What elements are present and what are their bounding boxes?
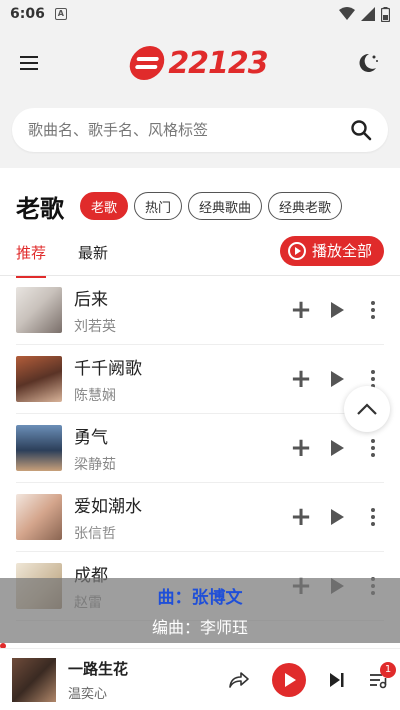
play-all-label: 播放全部 [311,242,372,260]
more-icon[interactable] [362,299,384,321]
song-info: 千千阙歌 陈慧娴 [74,354,290,405]
play-icon[interactable] [326,506,348,528]
status-time: 6:06 [10,6,45,22]
song-artist: 刘若英 [74,318,116,335]
status-icons [339,6,390,22]
scroll-to-top-button[interactable] [344,386,390,432]
play-icon[interactable] [326,437,348,459]
search-input[interactable] [28,121,350,139]
song-actions: + [290,504,384,530]
play-circle-icon [287,241,306,260]
song-actions: + [290,435,384,461]
more-icon[interactable] [362,506,384,528]
chip-jingdian-laoge[interactable]: 经典老歌 [268,192,343,220]
song-info: 后来 刘若英 [74,285,290,336]
dark-mode-icon[interactable] [354,50,380,76]
song-artist: 陈慧娴 [74,387,116,404]
logo-mark-icon [127,46,168,80]
play-pause-button[interactable] [272,662,306,697]
status-bar: 6:06 A [0,0,400,28]
song-artist: 梁静茹 [74,456,116,473]
song-row[interactable]: 勇气 梁静茹 + [16,414,384,483]
sim-icon: A [54,8,67,20]
song-row[interactable]: 爱如潮水 张信哲 + [16,483,384,552]
tag-chips: 老歌 热门 经典歌曲 经典老歌 [80,192,343,220]
search-section [0,98,400,168]
section-title: 老歌 [16,194,64,223]
lyrics-overlay: 曲：张博文 编曲：李师珏 [0,578,400,643]
lyric-line-current: 曲：张博文 [157,588,243,608]
playlist-icon[interactable]: 1 [368,661,396,690]
album-cover [16,425,62,471]
tab-recommended[interactable]: 推荐 [16,238,47,278]
wifi-icon [339,7,355,20]
album-cover [16,287,62,333]
song-info: 爱如潮水 张信哲 [74,492,290,543]
more-icon[interactable] [362,437,384,459]
play-all-button[interactable]: 播放全部 [279,235,384,266]
app-header: 22123 [0,28,400,98]
player-controls: 1 [228,661,396,697]
signal-icon [361,7,375,21]
chip-remen[interactable]: 热门 [134,192,183,220]
battery-icon [381,6,390,22]
song-info: 勇气 梁静茹 [74,423,290,474]
add-icon[interactable]: + [290,366,312,392]
chip-jingdian-gequ[interactable]: 经典歌曲 [188,192,263,220]
logo-text: 22123 [168,45,268,81]
mini-player: 一路生花 温奕心 1 [0,648,400,710]
player-song-title: 一路生花 [68,659,129,678]
album-cover [16,356,62,402]
add-icon[interactable]: + [290,435,312,461]
play-icon[interactable] [326,368,348,390]
play-icon[interactable] [326,299,348,321]
tabs-row: 推荐 最新 播放全部 [0,226,400,278]
song-artist: 张信哲 [74,525,116,542]
song-title: 勇气 [74,427,108,448]
song-list: 后来 刘若英 + 千千阙歌 陈慧娴 + 勇气 梁静茹 + 爱如潮水 张信哲 + … [0,276,400,621]
section-header: 老歌 老歌 热门 经典歌曲 经典老歌 [0,168,400,226]
song-title: 爱如潮水 [74,496,142,517]
album-cover [16,494,62,540]
chip-laoge[interactable]: 老歌 [80,192,129,220]
share-icon[interactable] [228,670,250,690]
search-bar [12,108,388,152]
song-row[interactable]: 千千阙歌 陈慧娴 + [16,345,384,414]
add-icon[interactable]: + [290,504,312,530]
player-album-cover[interactable] [12,657,56,702]
player-song-artist: 温奕心 [68,686,108,702]
tab-latest[interactable]: 最新 [78,238,108,263]
player-info[interactable]: 一路生花 温奕心 [68,658,228,702]
lyric-line-next: 编曲：李师珏 [151,618,248,637]
song-row[interactable]: 后来 刘若英 + [16,276,384,345]
search-icon[interactable] [350,119,372,141]
add-icon[interactable]: + [290,297,312,323]
queue-count-badge: 1 [380,661,396,678]
song-title: 后来 [74,289,108,310]
song-actions: + [290,297,384,323]
menu-icon[interactable] [20,51,44,75]
next-track-icon[interactable] [328,671,346,689]
song-title: 千千阙歌 [74,358,142,379]
app-logo: 22123 [127,45,269,81]
chevron-up-icon [357,403,377,415]
